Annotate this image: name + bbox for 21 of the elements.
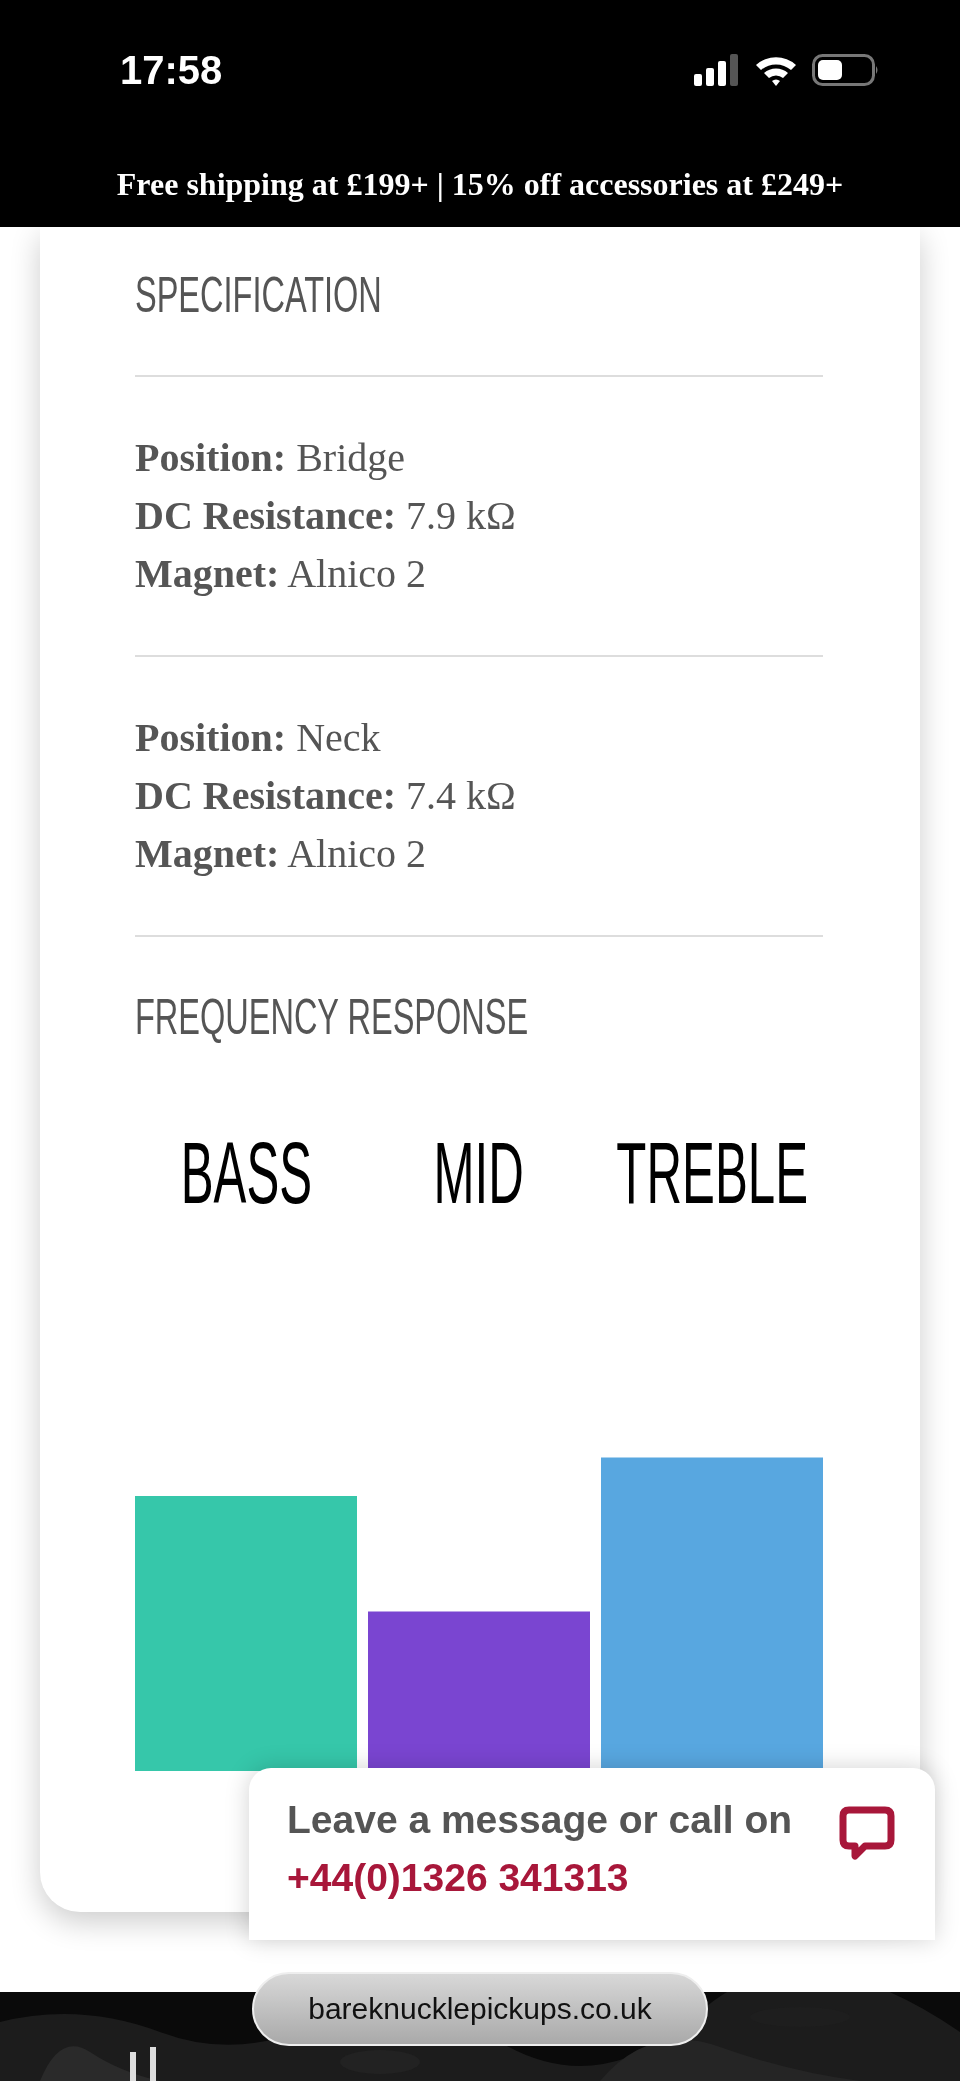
spec-line: DC Resistance: 7.9 kΩ: [135, 492, 517, 540]
promo-banner-text: Free shipping at £199+ | 15% off accessories at £249+: [116, 166, 844, 203]
chat-bubble-icon[interactable]: [839, 1806, 895, 1860]
spec-line: Magnet: Alnico 2: [135, 550, 428, 598]
chat-message: Leave a message or call on: [287, 1798, 793, 1842]
band-label: TREBLE: [616, 1125, 808, 1221]
chat-popup[interactable]: Leave a message or call on +44(0)1326 341313: [249, 1768, 935, 1940]
spec-line: Position: Bridge: [135, 434, 406, 482]
spec-line: DC Resistance: 7.4 kΩ: [135, 772, 517, 820]
phone-link[interactable]: +44(0)1326 341313: [287, 1856, 793, 1900]
battery-icon: [812, 54, 880, 86]
section-heading: FREQUENCY RESPONSE: [135, 989, 529, 1045]
band-label: BASS: [180, 1125, 312, 1221]
spec-line: Magnet: Alnico 2: [135, 830, 428, 878]
address-bar[interactable]: bareknucklepickups.co.uk: [252, 1972, 708, 2046]
signal-icon: [694, 54, 740, 86]
status-time: 17:58: [120, 47, 223, 93]
section-heading: SPECIFICATION: [135, 267, 382, 323]
spec-line: Position: Neck: [135, 714, 382, 762]
band-label: MID: [433, 1125, 525, 1221]
wifi-icon: [754, 54, 798, 86]
